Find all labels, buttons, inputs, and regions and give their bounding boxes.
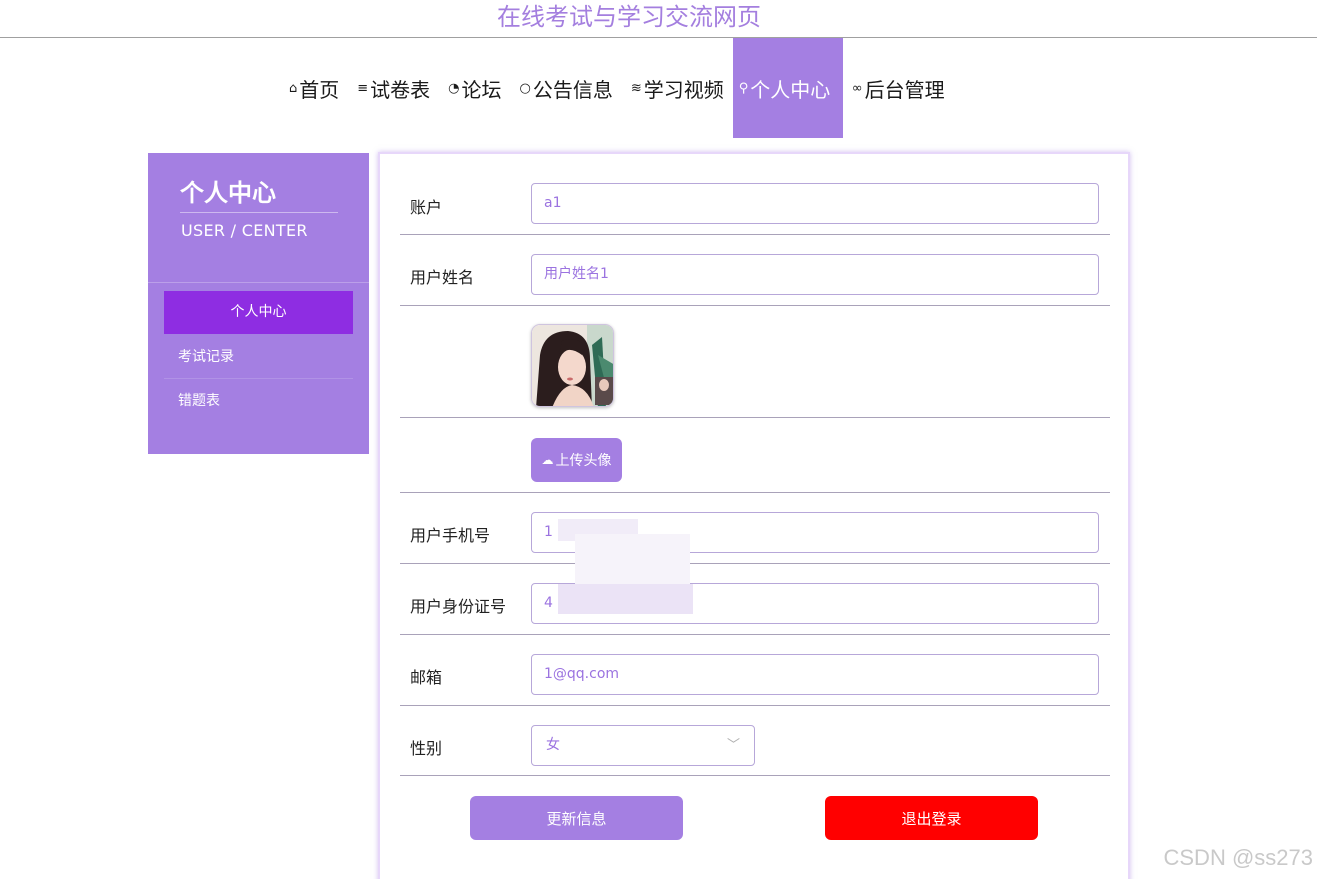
layers-icon: ≋ (630, 80, 642, 96)
privacy-mosaic (558, 584, 693, 614)
sidebar: 个人中心 USER / CENTER 个人中心 考试记录 错题表 (148, 153, 369, 454)
sidebar-subtitle: USER / CENTER (181, 221, 308, 240)
nav-item-videos[interactable]: ≋ 学习视频 (622, 38, 733, 138)
username-label: 用户姓名 (410, 268, 475, 287)
nav-item-home[interactable]: ⌂ 首页 (280, 38, 348, 138)
main-nav: ⌂ 首页 ≡ 试卷表 ◔ 论坛 ○ 公告信息 ≋ 学习视频 ⚲ 个人中心 ∞ 后… (280, 38, 954, 138)
phone-label: 用户手机号 (410, 526, 491, 545)
profile-form-panel: 账户 a1 用户姓名 用户姓名1 ☁ 上传头像 用户手机号 1 用户身份证号 4… (378, 152, 1130, 879)
nav-item-exam-papers[interactable]: ≡ 试卷表 (348, 38, 439, 138)
nav-item-label: 个人中心 (750, 77, 831, 102)
gender-select[interactable]: 女 ﹀ (531, 725, 755, 766)
sidebar-divider (148, 282, 369, 283)
nav-item-label: 后台管理 (864, 77, 945, 102)
cloud-upload-icon: ☁ (541, 453, 554, 467)
logout-button[interactable]: 退出登录 (825, 796, 1038, 840)
email-label: 邮箱 (410, 668, 443, 687)
form-row-upload: ☁ 上传头像 (400, 418, 1110, 493)
account-label: 账户 (410, 198, 443, 217)
form-row-gender: 性别 女 ﹀ (400, 706, 1110, 776)
gauge-icon: ◔ (448, 80, 460, 96)
email-field[interactable]: 1@qq.com (531, 654, 1099, 695)
form-row-id-card: 用户身份证号 4 (400, 564, 1110, 635)
sidebar-title: 个人中心 (180, 179, 276, 207)
gender-select-value: 女 (546, 737, 560, 753)
sidebar-title-divider (180, 212, 338, 213)
account-field[interactable]: a1 (531, 183, 1099, 224)
avatar (531, 324, 614, 407)
home-icon: ⌂ (289, 80, 298, 96)
bell-icon: ○ (519, 80, 531, 96)
list-icon: ≡ (357, 80, 369, 96)
user-icon: ⚲ (738, 80, 749, 96)
nav-item-user-center[interactable]: ⚲ 个人中心 (732, 38, 843, 138)
sidebar-item-user-center[interactable]: 个人中心 (164, 291, 353, 334)
upload-avatar-button[interactable]: ☁ 上传头像 (531, 438, 622, 482)
nav-item-label: 首页 (299, 77, 340, 102)
sidebar-item-exam-records[interactable]: 考试记录 (164, 336, 353, 379)
site-title: 在线考试与学习交流网页 (497, 3, 761, 31)
link-icon: ∞ (851, 80, 863, 96)
nav-item-announcements[interactable]: ○ 公告信息 (511, 38, 622, 138)
avatar-image (532, 325, 613, 406)
username-field[interactable]: 用户姓名1 (531, 254, 1099, 295)
nav-item-label: 试卷表 (370, 77, 431, 102)
form-row-username: 用户姓名 用户姓名1 (400, 235, 1110, 306)
nav-item-label: 学习视频 (643, 77, 724, 102)
nav-item-label: 论坛 (461, 77, 502, 102)
id-card-label: 用户身份证号 (410, 597, 507, 616)
watermark-text: CSDN @ss273 (1163, 845, 1314, 870)
form-row-account: 账户 a1 (400, 154, 1110, 235)
sidebar-item-wrong-questions[interactable]: 错题表 (164, 380, 353, 423)
form-row-phone: 用户手机号 1 (400, 493, 1110, 564)
form-row-email: 邮箱 1@qq.com (400, 635, 1110, 706)
gender-label: 性别 (410, 739, 443, 758)
nav-item-admin[interactable]: ∞ 后台管理 (843, 38, 954, 138)
update-info-button[interactable]: 更新信息 (470, 796, 683, 840)
upload-avatar-label: 上传头像 (555, 453, 612, 469)
chevron-down-icon: ﹀ (726, 738, 740, 753)
nav-item-forum[interactable]: ◔ 论坛 (439, 38, 510, 138)
nav-item-label: 公告信息 (532, 77, 613, 102)
form-row-avatar (400, 306, 1110, 418)
